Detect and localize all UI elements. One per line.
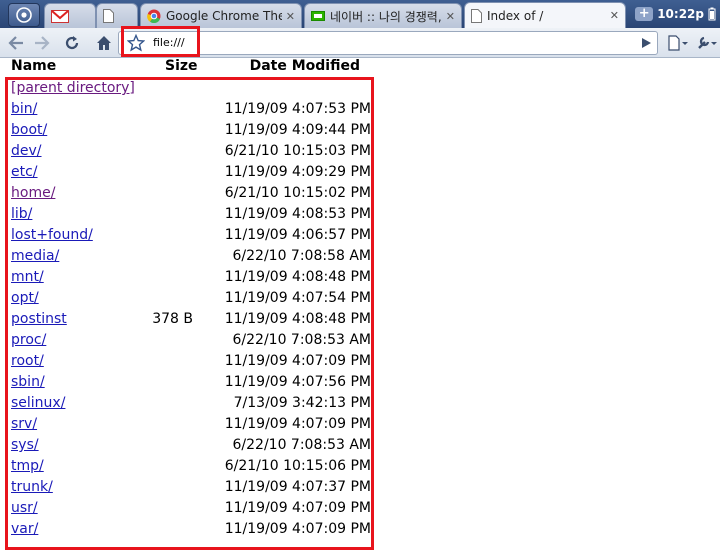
tab-title: Index of / — [487, 8, 544, 23]
back-button[interactable] — [4, 31, 28, 55]
column-header-date[interactable]: Date Modified — [250, 58, 360, 74]
home-button[interactable] — [92, 31, 116, 55]
close-tab-icon[interactable]: ✕ — [286, 10, 295, 23]
page-icon — [103, 9, 114, 23]
battery-icon — [708, 7, 716, 21]
wrench-menu-button[interactable] — [694, 31, 720, 55]
toolbar: file:/// — [0, 28, 720, 58]
play-arrow-icon — [642, 38, 651, 48]
back-arrow-icon — [8, 36, 23, 50]
close-tab-icon[interactable]: ✕ — [446, 10, 455, 23]
tab-title: 네이버 :: 나의 경쟁력, ... — [330, 9, 442, 24]
column-header-name[interactable]: Name — [11, 58, 56, 74]
tab-title: Google Chrome Them... — [166, 9, 282, 23]
page-icon — [471, 8, 482, 23]
status-area: + 10:22p — [628, 2, 720, 26]
reload-button[interactable] — [60, 31, 84, 55]
column-header-size[interactable]: Size — [165, 58, 198, 74]
chrome-icon — [147, 9, 161, 23]
chrome-menu-button[interactable] — [8, 3, 40, 27]
forward-arrow-icon — [35, 36, 50, 50]
forward-button[interactable] — [30, 31, 54, 55]
page-menu-icon — [668, 35, 688, 51]
page-menu-button[interactable] — [664, 31, 692, 55]
clock: 10:22p — [657, 7, 704, 21]
listing-highlight-box — [5, 77, 374, 550]
tab-gmail[interactable] — [44, 3, 96, 28]
reload-icon — [65, 36, 79, 50]
gmail-icon — [51, 9, 69, 23]
wrench-icon — [698, 36, 717, 49]
tab-strip: Google Chrome Them... ✕ 네이버 :: 나의 경쟁력, .… — [0, 0, 720, 28]
naver-icon — [311, 11, 325, 21]
home-icon — [97, 36, 111, 50]
tab-naver[interactable]: 네이버 :: 나의 경쟁력, ... ✕ — [304, 3, 462, 28]
tab-index-of[interactable]: Index of / ✕ — [464, 2, 626, 28]
new-tab-button[interactable]: + — [635, 7, 654, 21]
chromeos-logo-icon — [16, 7, 32, 23]
close-tab-icon[interactable]: ✕ — [610, 9, 619, 22]
tab-chrome-themes[interactable]: Google Chrome Them... ✕ — [140, 3, 302, 28]
url-highlight-box — [121, 26, 200, 57]
go-button[interactable] — [634, 31, 658, 55]
tab-blank[interactable] — [96, 3, 138, 28]
